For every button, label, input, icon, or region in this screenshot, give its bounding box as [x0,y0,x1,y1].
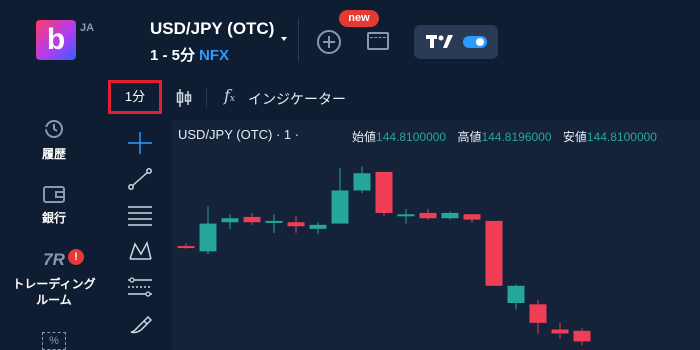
sidebar: 履歴 銀行 7R ! トレーディング ルーム % [0,80,108,350]
candle-down [485,220,503,286]
pattern-icon[interactable] [126,240,154,262]
open-value: 144.8100000 [376,130,447,144]
drawing-tools [108,120,172,350]
candle-up [265,220,283,223]
candle-down [287,222,305,227]
chart-toolbar: 1分 fx インジケーター [108,80,700,116]
candle-up [331,190,349,224]
trading-room-icon: 7R [43,250,65,269]
sidebar-item-bank[interactable]: 銀行 [0,184,108,226]
candlestick-chart[interactable] [172,120,700,350]
toggle-knob [476,38,484,46]
candle-down [419,212,437,219]
candle-up [441,212,459,219]
add-asset-button[interactable] [317,30,341,54]
language-label[interactable]: JA [80,22,94,34]
candle-up [397,214,415,217]
candlestick-icon[interactable] [176,88,192,108]
asset-tag: NFX [199,47,230,64]
candle-up [353,173,371,191]
candle-down [529,304,547,323]
logo-letter: b [46,23,66,56]
crosshair-icon[interactable] [126,132,154,154]
fib-lines-icon[interactable] [126,204,154,226]
asset-name[interactable]: USD/JPY (OTC) [150,19,274,39]
chart-layout-button[interactable] [367,32,389,50]
toggle-switch[interactable] [463,36,487,48]
wallet-icon [43,186,65,203]
sidebar-item-history[interactable]: 履歴 [0,118,108,162]
asset-expiry[interactable]: 1 - 5分 NFX [150,44,229,65]
high-label: 高値 [457,130,482,144]
new-badge: new [339,10,379,27]
indicators-button[interactable]: インジケーター [248,89,346,109]
toolbar-divider [206,88,207,108]
expiry-label: 1 - 5分 [150,47,196,64]
tradingview-toggle[interactable] [414,25,498,59]
percent-icon: % [42,332,66,350]
alert-badge: ! [68,249,84,265]
brush-icon[interactable] [126,312,154,334]
sidebar-item-promo[interactable]: % [0,332,108,350]
ohlc-readout: 始値144.8100000 高値144.8196000 安値144.810000… [352,128,665,145]
sidebar-item-label: 銀行 [41,211,66,225]
chart-legend: USD/JPY (OTC) · 1 · [178,127,300,142]
candle-down [551,329,569,334]
sidebar-item-label: 履歴 [41,147,66,161]
candle-down [375,171,393,213]
chevron-down-icon[interactable] [281,37,287,41]
candle-down [177,246,195,249]
app-logo[interactable]: b [36,20,76,60]
indicators-icon[interactable]: fx [224,86,235,105]
sidebar-item-trading-room[interactable]: 7R ! トレーディング ルーム [0,249,108,308]
candle-down [243,216,261,223]
top-bar: b JA USD/JPY (OTC) 1 - 5分 NFX new [0,0,700,80]
low-label: 安値 [562,130,587,144]
candle-up [507,285,525,304]
sidebar-item-label: トレーディング ルーム [12,277,96,307]
candle-down [463,214,481,220]
candle-down [573,330,591,342]
divider [298,18,299,62]
trend-line-icon[interactable] [126,168,154,190]
open-label: 始値 [352,130,377,144]
timeframe-button[interactable]: 1分 [108,80,162,114]
channel-icon[interactable] [126,276,154,298]
low-value: 144.8100000 [586,130,657,144]
history-icon [44,120,63,138]
candle-up [309,224,327,229]
candle-up [221,218,239,223]
high-value: 144.8196000 [481,130,552,144]
tradingview-icon [426,35,453,48]
candle-up [199,223,217,252]
price-chart[interactable]: USD/JPY (OTC) · 1 · 始値144.8100000 高値144.… [172,120,700,350]
